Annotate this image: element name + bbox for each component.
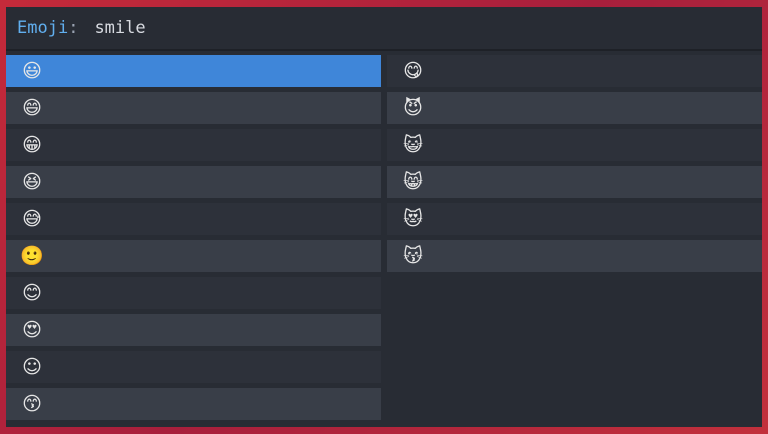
- result-item[interactable]: 😻: [387, 203, 762, 235]
- result-item[interactable]: 😙: [6, 388, 381, 420]
- result-item[interactable]: 😊: [6, 277, 381, 309]
- result-item[interactable]: 😄: [6, 92, 381, 124]
- result-item[interactable]: ☺: [6, 351, 381, 383]
- emoji-glyph: 😃: [22, 60, 42, 82]
- prompt-bar[interactable]: Emoji : smile: [6, 7, 762, 51]
- result-item[interactable]: 😅: [6, 203, 381, 235]
- emoji-glyph: 😺: [403, 134, 423, 156]
- prompt-label: Emoji: [17, 18, 69, 38]
- result-item[interactable]: 🙂: [6, 240, 381, 272]
- emoji-glyph: 😋: [403, 60, 423, 82]
- result-item[interactable]: 😸: [387, 166, 762, 198]
- prompt-separator: :: [68, 18, 79, 38]
- result-item[interactable]: 😋: [387, 55, 762, 87]
- emoji-glyph: 😅: [22, 208, 42, 230]
- emoji-picker-window: Emoji : smile 😃 😄 😁 😆 😅 🙂 😊 😍 ☺ 😙 😋 😈 😺 😸 😻 😽: [6, 7, 762, 427]
- emoji-glyph: 😈: [403, 97, 423, 119]
- result-item[interactable]: 😈: [387, 92, 762, 124]
- result-item[interactable]: 😁: [6, 129, 381, 161]
- result-item[interactable]: 😆: [6, 166, 381, 198]
- emoji-glyph: 😁: [22, 134, 42, 156]
- result-item[interactable]: 😽: [387, 240, 762, 272]
- emoji-glyph: 😊: [22, 282, 42, 304]
- result-item[interactable]: 😃: [6, 55, 381, 87]
- emoji-glyph: ☺: [22, 356, 42, 378]
- emoji-glyph: 😍: [22, 319, 42, 341]
- emoji-glyph: 😸: [403, 171, 423, 193]
- result-item[interactable]: 😺: [387, 129, 762, 161]
- emoji-glyph: 😽: [403, 245, 423, 267]
- result-item[interactable]: 😍: [6, 314, 381, 346]
- emoji-glyph: 😙: [22, 393, 42, 415]
- emoji-glyph: 😄: [22, 97, 42, 119]
- emoji-glyph: 🙂: [20, 245, 44, 267]
- search-input[interactable]: smile: [94, 18, 145, 38]
- emoji-glyph: 😆: [22, 171, 42, 193]
- emoji-glyph: 😻: [403, 208, 423, 230]
